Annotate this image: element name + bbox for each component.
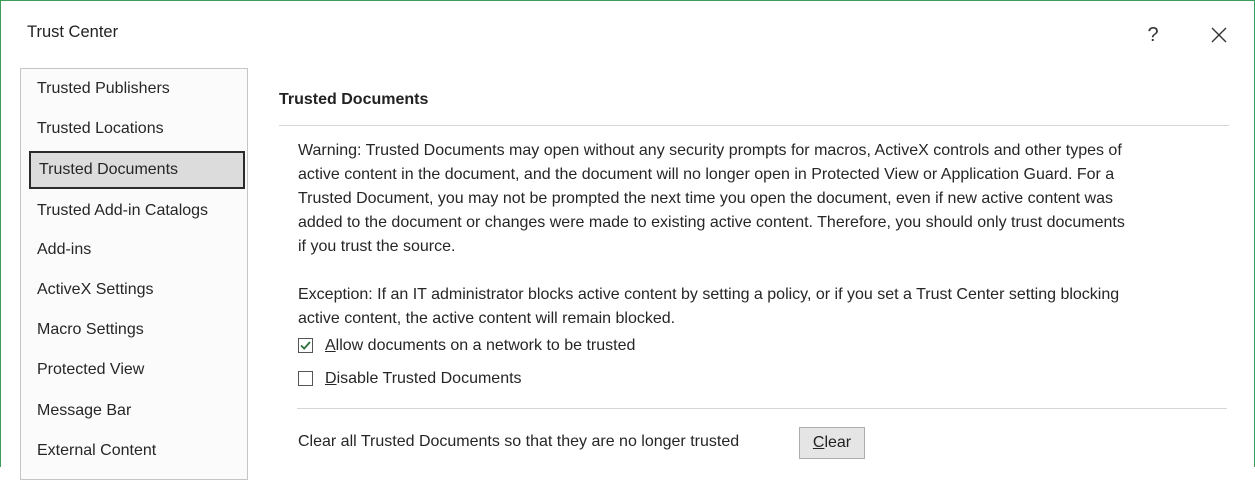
warning-line: added to the document or changes were ma… — [298, 214, 1125, 231]
checkbox-label-text: llow documents on a network to be truste… — [335, 337, 636, 354]
checkmark-icon — [300, 341, 311, 350]
sidebar-item-trusted-locations[interactable]: Trusted Locations — [21, 110, 247, 148]
warning-text: Warning: Trusted Documents may open with… — [298, 139, 1233, 259]
sidebar-item-trusted-add-in-catalogs[interactable]: Trusted Add-in Catalogs — [21, 192, 247, 230]
sidebar-item-external-content[interactable]: External Content — [21, 432, 247, 470]
exception-text: Exception: If an IT administrator blocks… — [298, 283, 1233, 331]
warning-line: Warning: Trusted Documents may open with… — [298, 142, 1122, 159]
sidebar-item-message-bar[interactable]: Message Bar — [21, 392, 247, 430]
clear-divider — [297, 408, 1227, 409]
sidebar-item-activex-settings[interactable]: ActiveX Settings — [21, 271, 247, 309]
section-title: Trusted Documents — [279, 91, 429, 108]
disable-trusted-documents-checkbox[interactable] — [298, 371, 313, 386]
warning-line: Trusted Document, you may not be prompte… — [298, 190, 1113, 207]
accelerator-key: C — [812, 434, 825, 451]
warning-line: if you trust the source. — [298, 238, 456, 255]
clear-description: Clear all Trusted Documents so that they… — [298, 433, 740, 450]
clear-button[interactable]: Clear — [799, 427, 865, 459]
button-label-text: lear — [824, 434, 852, 451]
allow-network-documents-label: Allow documents on a network to be trust… — [325, 334, 635, 358]
section-divider — [279, 125, 1229, 126]
trust-center-dialog: Trust Center ? Trusted Publishers Truste… — [0, 0, 1255, 480]
exception-line: active content, the active content will … — [298, 310, 676, 327]
sidebar-nav: Trusted Publishers Trusted Locations Tru… — [20, 68, 248, 480]
sidebar-item-add-ins[interactable]: Add-ins — [21, 231, 247, 269]
accelerator-key: A — [325, 337, 336, 354]
sidebar-item-macro-settings[interactable]: Macro Settings — [21, 311, 247, 349]
checkbox-label-text: isable Trusted Documents — [336, 370, 522, 387]
accelerator-key: D — [325, 370, 337, 387]
sidebar-item-trusted-documents[interactable]: Trusted Documents — [29, 151, 245, 189]
dialog-title: Trust Center — [27, 23, 119, 41]
disable-trusted-documents-label: Disable Trusted Documents — [325, 367, 522, 391]
sidebar-item-trusted-publishers[interactable]: Trusted Publishers — [21, 70, 247, 108]
warning-line: active content in the document, and the … — [298, 166, 1115, 183]
main-panel: Trusted Documents Warning: Trusted Docum… — [279, 1, 1229, 469]
allow-network-documents-checkbox[interactable] — [298, 338, 313, 353]
exception-line: Exception: If an IT administrator blocks… — [298, 286, 1120, 303]
sidebar-item-protected-view[interactable]: Protected View — [21, 351, 247, 389]
